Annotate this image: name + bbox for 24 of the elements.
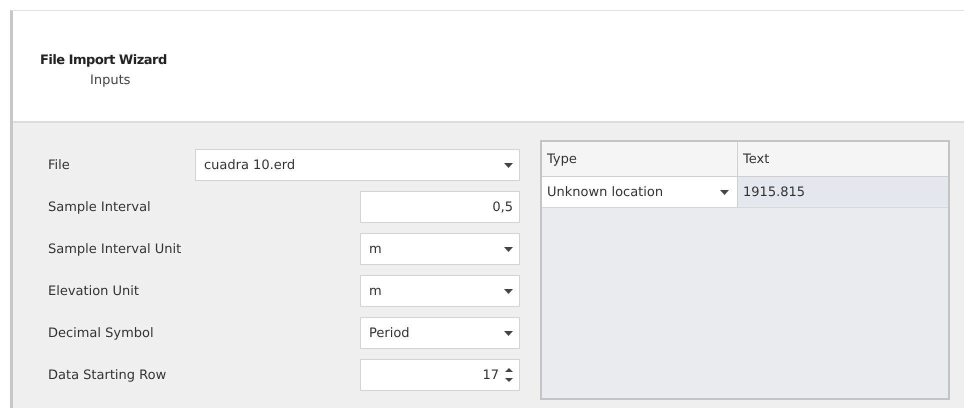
dropdown-caret-icon — [504, 330, 513, 336]
dropdown-field[interactable]: m — [360, 233, 520, 265]
field-label: Sample Interval Unit — [48, 242, 182, 256]
spinner-arrows-icon[interactable] — [505, 366, 513, 384]
dropdown-caret-icon — [720, 190, 729, 194]
dropdown-caret-icon — [504, 288, 513, 294]
dropdown-field[interactable]: m — [360, 275, 520, 307]
dropdown-cell[interactable]: Unknown location — [542, 177, 738, 207]
spinner-field[interactable]: 17 — [360, 359, 520, 391]
wizard-subtitle: Inputs — [90, 73, 130, 88]
dropdown-field[interactable]: cuadra 10.erd — [195, 149, 520, 181]
dropdown-field[interactable]: Period — [360, 317, 520, 349]
table-cell-text: 1915.815 — [742, 184, 806, 202]
number-field[interactable]: 0,5 — [360, 191, 520, 223]
field-label: Sample Interval — [48, 200, 152, 214]
column-header[interactable]: Text — [738, 142, 948, 176]
column-header[interactable]: Type — [542, 142, 738, 176]
field-label: File — [48, 158, 71, 172]
wizard-title: File Import Wizard — [40, 53, 167, 68]
field-label: Elevation Unit — [48, 284, 140, 298]
field-label: Decimal Symbol — [48, 326, 155, 340]
dropdown-caret-icon — [504, 246, 513, 252]
dropdown-caret-icon — [504, 162, 513, 168]
field-label: Data Starting Row — [48, 368, 168, 382]
